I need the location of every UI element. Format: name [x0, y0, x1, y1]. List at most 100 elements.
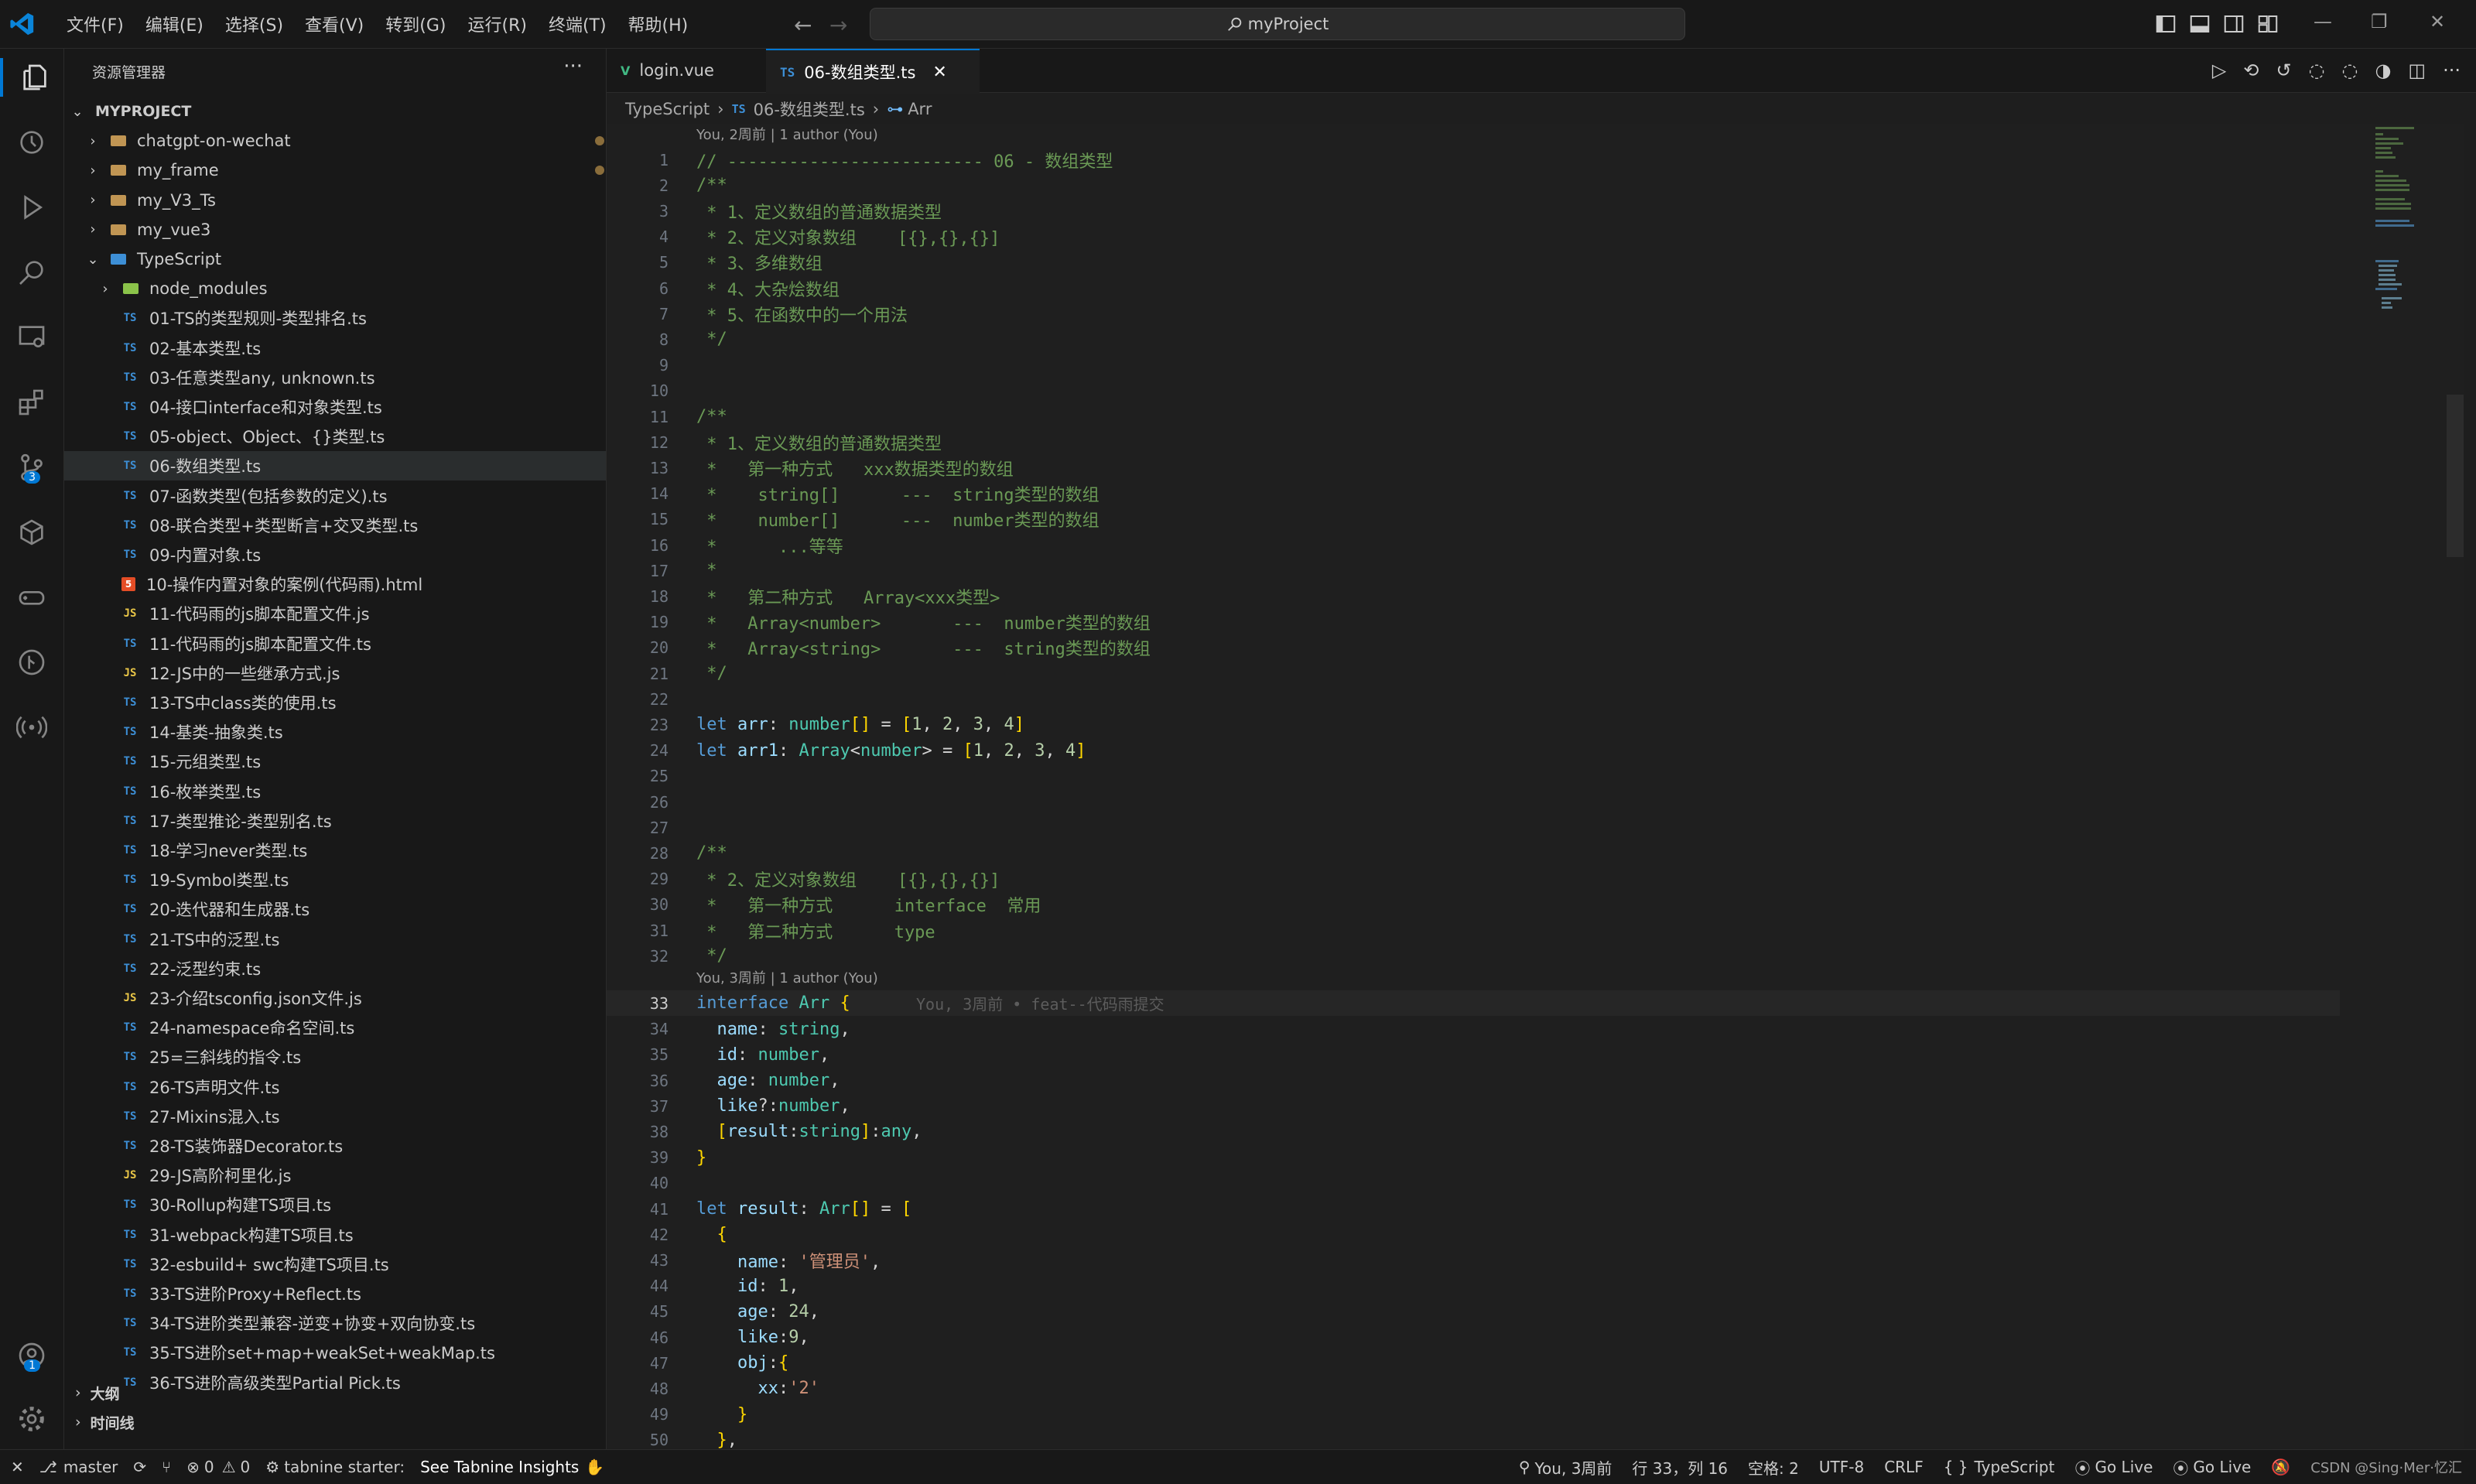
menu-edit[interactable]: 编辑(E): [135, 12, 214, 36]
more-actions-icon[interactable]: ···: [2443, 60, 2461, 81]
tree-file[interactable]: TS 08-联合类型+类型断言+交叉类型.ts: [64, 511, 606, 540]
tree-file[interactable]: TS 15-元组类型.ts: [64, 747, 606, 776]
close-window-icon[interactable]: ✕: [2430, 11, 2445, 32]
menu-selection[interactable]: 选择(S): [214, 12, 294, 36]
tree-file[interactable]: TS 11-代码雨的js脚本配置文件.ts: [64, 629, 606, 658]
git-graph-status-icon[interactable]: ⑂: [162, 1458, 171, 1476]
tree-file[interactable]: JS 29-JS高阶柯里化.js: [64, 1161, 606, 1190]
tree-file[interactable]: TS 17-类型推论-类型别名.ts: [64, 806, 606, 836]
next-change-icon[interactable]: ◌: [2342, 60, 2358, 81]
blame-toggle-icon[interactable]: ◑: [2375, 60, 2391, 81]
menu-goto[interactable]: 转到(G): [374, 12, 457, 36]
outline-section[interactable]: › 大纲: [64, 1378, 617, 1407]
breadcrumb-folder[interactable]: TypeScript: [625, 100, 710, 118]
go-live-button-2[interactable]: ⦿ Go Live: [2173, 1456, 2251, 1479]
git-blame-status[interactable]: ⚲ You, 3周前: [1519, 1456, 1612, 1479]
tree-file[interactable]: TS 06-数组类型.ts: [64, 451, 606, 481]
tree-folder[interactable]: › my_vue3: [64, 215, 606, 244]
git-graph-icon[interactable]: [12, 643, 51, 682]
tree-file[interactable]: TS 16-枚举类型.ts: [64, 777, 606, 806]
tree-file[interactable]: TS 18-学习never类型.ts: [64, 836, 606, 865]
tree-file[interactable]: 5 10-操作内置对象的案例(代码雨).html: [64, 569, 606, 599]
tree-file[interactable]: TS 31-webpack构建TS项目.ts: [64, 1220, 606, 1250]
tab-login-vue[interactable]: V login.vue: [607, 49, 781, 92]
codelens-author[interactable]: You, 3周前 | 1 author (You): [696, 967, 878, 989]
extensions-icon[interactable]: [12, 383, 51, 422]
minimize-icon[interactable]: —: [2314, 11, 2332, 32]
command-center-search[interactable]: myProject: [870, 8, 1685, 40]
breadcrumb-symbol[interactable]: Arr: [908, 100, 932, 118]
tree-file[interactable]: JS 11-代码雨的js脚本配置文件.js: [64, 599, 606, 628]
minimap[interactable]: [2371, 124, 2440, 418]
more-actions-icon[interactable]: ···: [563, 55, 583, 78]
tree-file[interactable]: TS 20-迭代器和生成器.ts: [64, 894, 606, 924]
tree-file[interactable]: TS 28-TS装饰器Decorator.ts: [64, 1131, 606, 1161]
broadcast-icon[interactable]: [12, 708, 51, 747]
cube-extension-icon[interactable]: [12, 513, 51, 552]
tree-folder[interactable]: › node_modules: [64, 274, 606, 303]
tree-folder[interactable]: ⌄ TypeScript: [64, 244, 606, 274]
arrow-left-icon[interactable]: ←: [794, 12, 812, 38]
branch-indicator[interactable]: ⎇ master: [39, 1458, 118, 1476]
customize-layout-icon[interactable]: [2256, 12, 2279, 36]
tabnine-status[interactable]: ⚙ tabnine starter:: [265, 1458, 405, 1476]
breadcrumb-file[interactable]: 06-数组类型.ts: [754, 97, 865, 121]
tree-file[interactable]: TS 35-TS进阶set+map+weakSet+weakMap.ts: [64, 1338, 606, 1367]
restore-icon[interactable]: ❐: [2371, 11, 2388, 32]
tree-file[interactable]: TS 04-接口interface和对象类型.ts: [64, 392, 606, 422]
cursor-position[interactable]: 行 33，列 16: [1632, 1456, 1728, 1479]
language-mode[interactable]: { } TypeScript: [1944, 1458, 2055, 1476]
toggle-secondary-sidebar-icon[interactable]: [2222, 12, 2245, 36]
tree-file[interactable]: TS 14-基类-抽象类.ts: [64, 717, 606, 747]
previous-change-icon[interactable]: ◌: [2309, 60, 2325, 81]
tree-file[interactable]: TS 33-TS进阶Proxy+Reflect.ts: [64, 1279, 606, 1308]
sync-icon[interactable]: ⟳: [133, 1458, 146, 1476]
tree-file[interactable]: TS 25=三斜线的指令.ts: [64, 1042, 606, 1072]
toggle-primary-sidebar-icon[interactable]: [2154, 12, 2177, 36]
tree-file[interactable]: TS 27-Mixins混入.ts: [64, 1102, 606, 1131]
go-live-button-1[interactable]: ⦿ Go Live: [2074, 1456, 2153, 1479]
line-ending[interactable]: CRLF: [1884, 1458, 1924, 1476]
explorer-icon[interactable]: [0, 58, 67, 97]
account-icon[interactable]: 1: [12, 1336, 51, 1375]
tree-file[interactable]: TS 19-Symbol类型.ts: [64, 865, 606, 894]
tree-file[interactable]: TS 01-TS的类型规则-类型排名.ts: [64, 303, 606, 333]
indentation[interactable]: 空格: 2: [1748, 1456, 1799, 1479]
code-editor[interactable]: You, 2周前 | 1 author (You) 1 // -----------…: [607, 124, 2464, 1450]
tree-file[interactable]: TS 24-namespace命名空间.ts: [64, 1013, 606, 1042]
split-editor-icon[interactable]: ◫: [2408, 60, 2426, 81]
revert-icon[interactable]: ↺: [2276, 60, 2291, 81]
tree-file[interactable]: JS 12-JS中的一些继承方式.js: [64, 658, 606, 688]
tree-file[interactable]: TS 13-TS中class类的使用.ts: [64, 688, 606, 717]
tree-file[interactable]: TS 32-esbuild+ swc构建TS项目.ts: [64, 1250, 606, 1279]
tab-06-array-types[interactable]: TS 06-数组类型.ts ✕: [766, 49, 980, 94]
tree-file[interactable]: TS 03-任意类型any, unknown.ts: [64, 363, 606, 392]
problems-indicator[interactable]: ⊗ 0 ⚠ 0: [186, 1458, 250, 1476]
tree-file[interactable]: TS 21-TS中的泛型.ts: [64, 925, 606, 954]
menu-help[interactable]: 帮助(H): [617, 12, 699, 36]
search-icon[interactable]: [12, 253, 51, 292]
menu-terminal[interactable]: 终端(T): [538, 12, 617, 36]
tree-file[interactable]: TS 26-TS声明文件.ts: [64, 1072, 606, 1102]
tree-file[interactable]: TS 09-内置对象.ts: [64, 540, 606, 569]
menu-run[interactable]: 运行(R): [457, 12, 537, 36]
notifications-icon[interactable]: 🔕: [2271, 1458, 2290, 1476]
tree-root[interactable]: ⌄ MYPROJECT: [64, 97, 606, 126]
menu-view[interactable]: 查看(V): [294, 12, 374, 36]
arrow-right-icon[interactable]: →: [829, 12, 847, 38]
timeline-history-icon[interactable]: [12, 123, 51, 162]
tree-file[interactable]: TS 22-泛型约束.ts: [64, 954, 606, 983]
encoding[interactable]: UTF-8: [1819, 1458, 1864, 1476]
tree-file[interactable]: TS 34-TS进阶类型兼容-逆变+协变+双向协变.ts: [64, 1308, 606, 1338]
tree-file[interactable]: TS 07-函数类型(包括参数的定义).ts: [64, 481, 606, 511]
menu-file[interactable]: 文件(F): [56, 12, 135, 36]
remote-indicator-icon[interactable]: ✕: [11, 1458, 24, 1476]
tree-file[interactable]: TS 05-object、Object、{}类型.ts: [64, 422, 606, 451]
tree-file[interactable]: JS 23-介绍tsconfig.json文件.js: [64, 983, 606, 1013]
remote-explorer-icon[interactable]: [12, 318, 51, 357]
run-icon[interactable]: ▷: [2212, 60, 2226, 81]
tree-folder[interactable]: › my_V3_Ts: [64, 186, 606, 215]
toggle-panel-icon[interactable]: [2188, 12, 2211, 36]
tree-file[interactable]: TS 30-Rollup构建TS项目.ts: [64, 1190, 606, 1219]
source-control-icon[interactable]: 3: [12, 448, 51, 487]
